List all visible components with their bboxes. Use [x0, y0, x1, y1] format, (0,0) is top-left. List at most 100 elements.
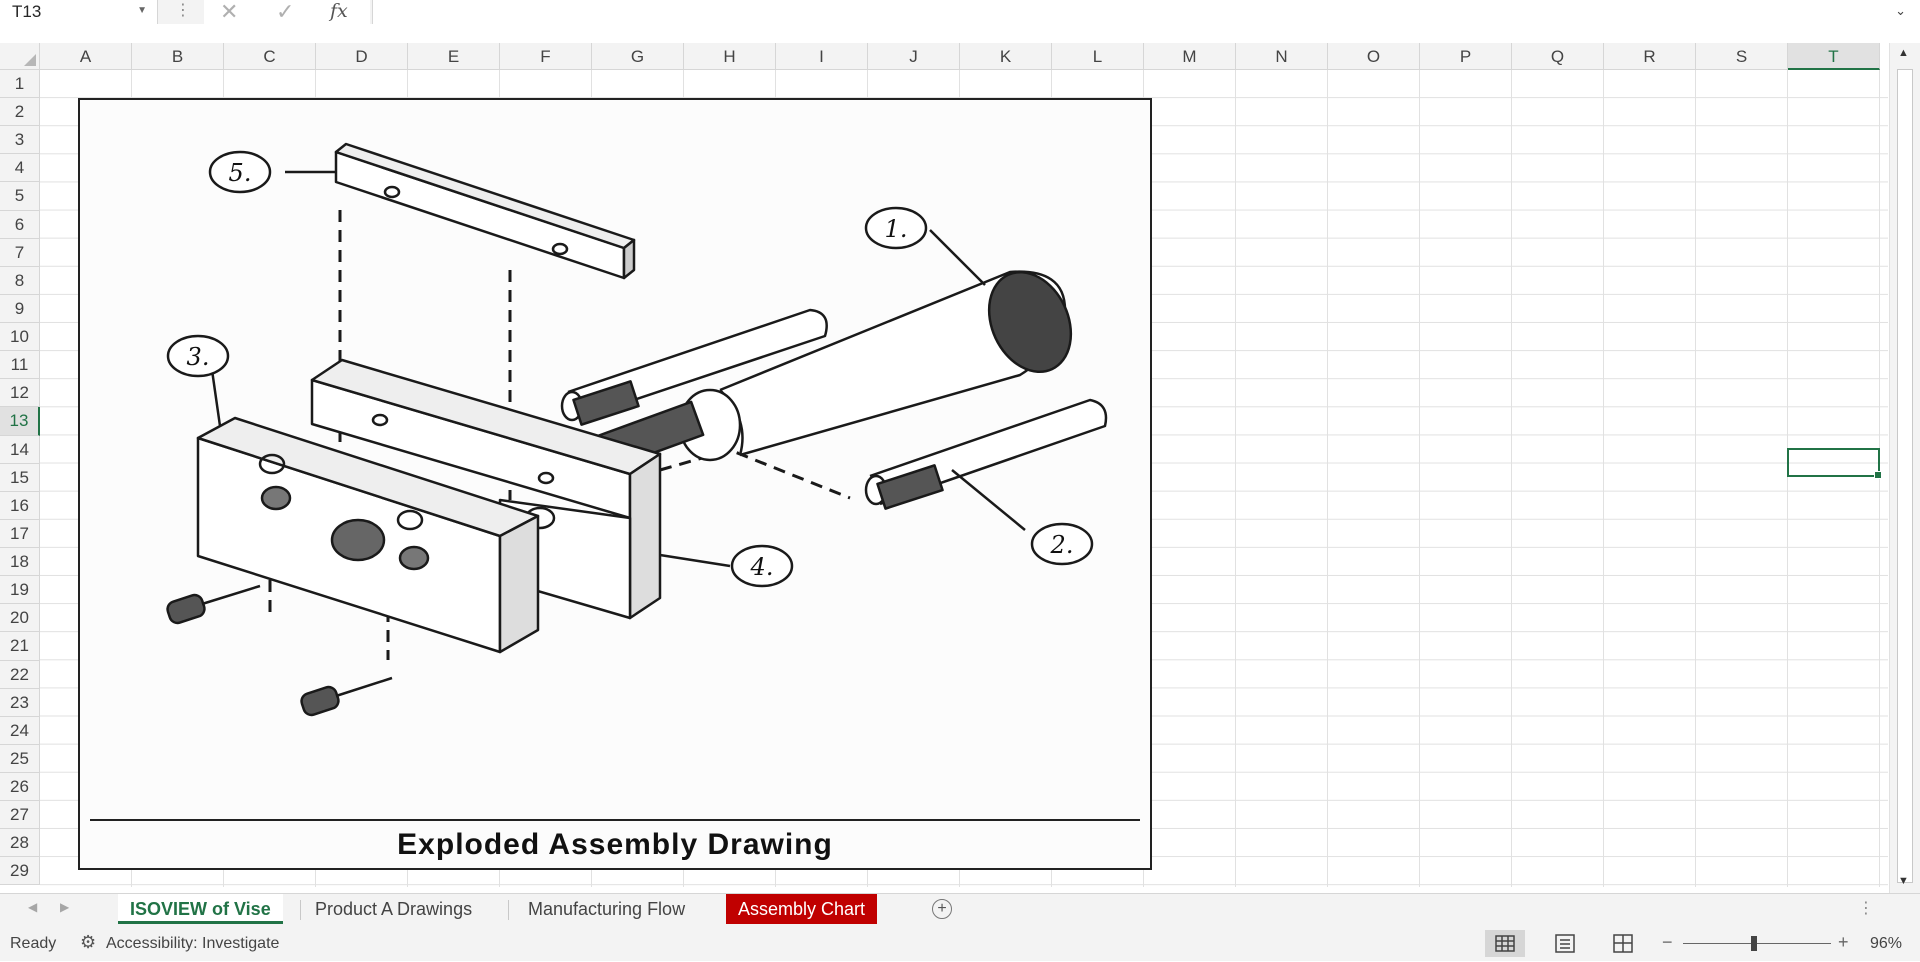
more-options-icon[interactable]: ⋮ [175, 0, 191, 20]
row-header-26[interactable]: 26 [0, 773, 40, 802]
column-header-s[interactable]: S [1696, 43, 1788, 70]
cancel-icon[interactable]: ✕ [220, 0, 238, 25]
column-header-q[interactable]: Q [1512, 43, 1604, 70]
callout-3-label: 3. [187, 343, 210, 371]
column-header-t[interactable]: T [1788, 43, 1880, 70]
row-header-28[interactable]: 28 [0, 829, 40, 858]
name-box-value: T13 [12, 2, 42, 21]
next-sheet-icon[interactable]: ▶ [60, 900, 69, 914]
add-sheet-icon[interactable]: + [932, 899, 952, 919]
row-header-27[interactable]: 27 [0, 801, 40, 830]
column-header-e[interactable]: E [408, 43, 500, 70]
insert-function-icon[interactable]: fx [330, 0, 348, 22]
row-header-9[interactable]: 9 [0, 294, 40, 324]
sheet-tab-bar: ◀ ▶ ISOVIEW of Vise Product A Drawings M… [0, 893, 1920, 926]
sheet-tab-manufacturing-flow[interactable]: Manufacturing Flow [516, 894, 697, 924]
scroll-thumb[interactable] [1897, 69, 1913, 883]
column-header-m[interactable]: M [1144, 43, 1236, 70]
sheet-tab-assembly-chart[interactable]: Assembly Chart [726, 894, 878, 924]
column-header-p[interactable]: P [1420, 43, 1512, 70]
row-header-25[interactable]: 25 [0, 744, 40, 773]
zoom-in-icon[interactable]: + [1838, 932, 1849, 953]
column-header-k[interactable]: K [960, 43, 1052, 70]
name-box-dropdown-icon[interactable]: ▼ [137, 5, 147, 16]
row-header-8[interactable]: 8 [0, 266, 40, 295]
row-header-17[interactable]: 17 [0, 519, 40, 549]
tab-separator [508, 900, 509, 920]
row-header-2[interactable]: 2 [0, 98, 40, 127]
expand-formula-bar-icon[interactable]: ⌄ [1895, 3, 1906, 19]
row-header-6[interactable]: 6 [0, 210, 40, 239]
row-header-5[interactable]: 5 [0, 182, 40, 211]
column-header-o[interactable]: O [1328, 43, 1420, 70]
column-header-r[interactable]: R [1604, 43, 1696, 70]
callout-4-label: 4. [750, 553, 774, 581]
tab-options-icon[interactable]: ⋮ [1858, 898, 1874, 918]
row-header-19[interactable]: 19 [0, 576, 40, 605]
page-layout-icon [1555, 934, 1575, 953]
row-header-1[interactable]: 1 [0, 70, 40, 99]
row-header-3[interactable]: 3 [0, 126, 40, 155]
callout-2-label: 2. [1050, 531, 1074, 559]
zoom-slider-track[interactable] [1683, 943, 1831, 944]
column-header-a[interactable]: A [40, 43, 132, 70]
accessibility-label: Accessibility: Investigate [106, 935, 280, 952]
row-header-16[interactable]: 16 [0, 491, 40, 520]
callout-5-label: 5. [229, 159, 252, 187]
enter-icon[interactable]: ✓ [276, 0, 294, 25]
page-break-preview-button[interactable] [1603, 930, 1643, 957]
row-header-14[interactable]: 14 [0, 435, 40, 464]
zoom-level[interactable]: 96% [1870, 935, 1902, 953]
callout-1-label: 1. [885, 215, 908, 243]
sheet-tab-isoview-of-vise[interactable]: ISOVIEW of Vise [118, 894, 283, 924]
row-header-23[interactable]: 23 [0, 688, 40, 717]
column-header-c[interactable]: C [224, 43, 316, 70]
row-header-10[interactable]: 10 [0, 323, 40, 352]
row-header-13[interactable]: 13 [0, 407, 40, 436]
row-header-29[interactable]: 29 [0, 857, 40, 886]
formula-bar: T13 ▼ ⋮ ✕ ✓ fx ⌄ [0, 0, 1920, 24]
active-cell[interactable] [1787, 448, 1882, 479]
accessibility-icon: ⚙ [80, 932, 97, 952]
row-header-12[interactable]: 12 [0, 379, 40, 408]
sheet-tab-product-a-drawings[interactable]: Product A Drawings [303, 894, 484, 924]
column-header-n[interactable]: N [1236, 43, 1328, 70]
row-header-24[interactable]: 24 [0, 716, 40, 745]
formula-input[interactable]: ⌄ [372, 0, 1920, 24]
scroll-down-icon[interactable]: ▼ [1898, 875, 1909, 887]
row-header-15[interactable]: 15 [0, 463, 40, 492]
row-header-21[interactable]: 21 [0, 632, 40, 661]
assembly-drawing-image[interactable]: 5. 1. 3. 2. 4. Exploded Assembly Drawing [78, 98, 1152, 870]
prev-sheet-icon[interactable]: ◀ [28, 900, 37, 914]
zoom-out-icon[interactable]: − [1662, 932, 1673, 953]
normal-view-button[interactable] [1485, 930, 1525, 957]
page-layout-view-button[interactable] [1545, 930, 1585, 957]
zoom-slider-thumb[interactable] [1751, 936, 1757, 951]
vertical-scrollbar[interactable]: ▲ ▼ [1889, 43, 1920, 893]
status-ready: Ready [10, 935, 57, 952]
status-bar: Ready ⚙ Accessibility: Investigate − + 9… [0, 926, 1920, 961]
drawing-caption-box: Exploded Assembly Drawing [90, 819, 1140, 868]
row-header-4[interactable]: 4 [0, 154, 40, 183]
row-header-18[interactable]: 18 [0, 548, 40, 577]
row-header-7[interactable]: 7 [0, 238, 40, 267]
name-box[interactable]: T13 ▼ [0, 0, 158, 24]
select-all-button[interactable] [0, 43, 40, 70]
row-header-11[interactable]: 11 [0, 351, 40, 380]
normal-view-icon [1495, 935, 1515, 952]
column-header-l[interactable]: L [1052, 43, 1144, 70]
formula-actions: ✕ ✓ fx [204, 0, 370, 24]
column-header-b[interactable]: B [132, 43, 224, 70]
row-header-20[interactable]: 20 [0, 604, 40, 633]
column-header-i[interactable]: I [776, 43, 868, 70]
exploded-vise-illustration: 5. 1. 3. 2. 4. [166, 142, 1108, 717]
column-header-j[interactable]: J [868, 43, 960, 70]
row-header-22[interactable]: 22 [0, 660, 40, 689]
scroll-up-icon[interactable]: ▲ [1898, 47, 1909, 59]
tab-separator [300, 900, 301, 920]
drawing-caption: Exploded Assembly Drawing [397, 828, 833, 861]
column-header-h[interactable]: H [684, 43, 776, 70]
column-header-g[interactable]: G [592, 43, 684, 70]
column-header-f[interactable]: F [500, 43, 592, 70]
column-header-d[interactable]: D [316, 43, 408, 70]
